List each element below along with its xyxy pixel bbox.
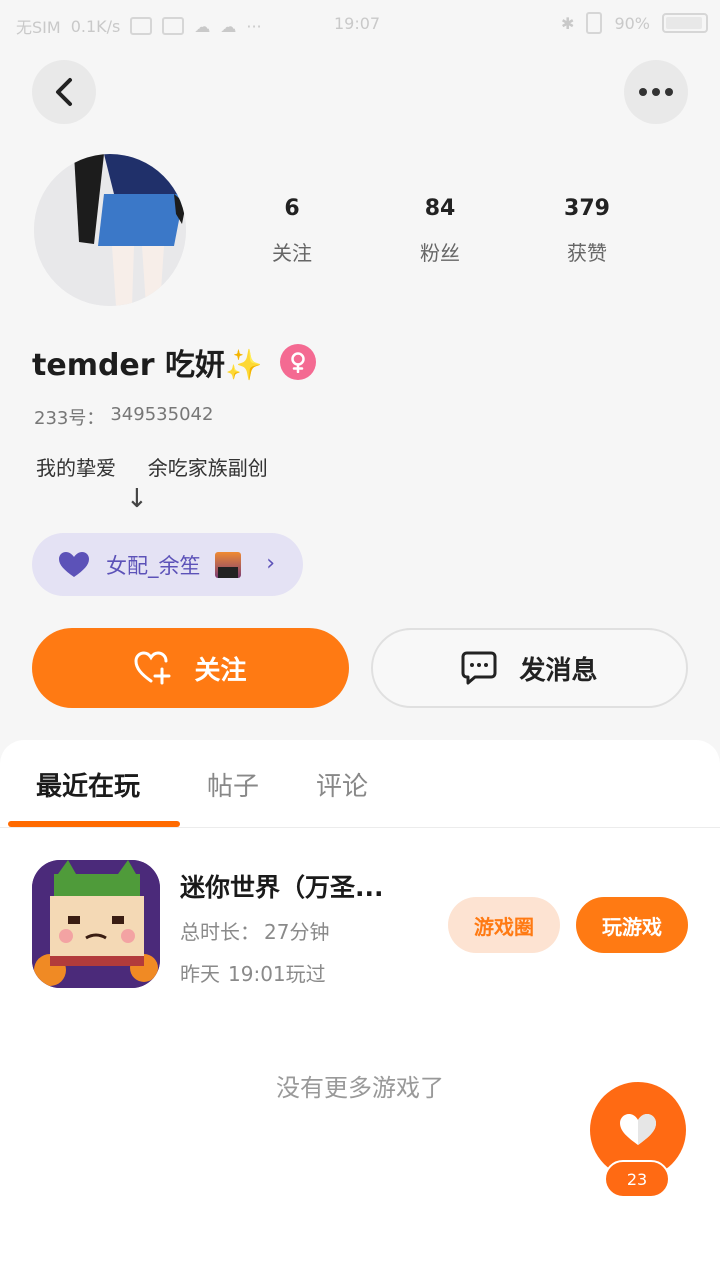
active-tab-indicator xyxy=(8,821,180,827)
stat-following[interactable]: 6 关注 xyxy=(232,196,352,266)
stat-fans[interactable]: 84 粉丝 xyxy=(380,196,500,266)
carrier-text: 无SIM xyxy=(16,18,61,37)
username: temder 吃妍✨ xyxy=(32,348,263,383)
vibrate-icon xyxy=(586,12,603,34)
stat-number: 379 xyxy=(564,196,610,221)
status-bar: 无SIM 0.1K/s ☁ ☁ ··· 19:07 ✱ 90% xyxy=(0,0,720,48)
stat-number: 84 xyxy=(424,196,456,221)
cloud-icon: ☁ xyxy=(220,16,237,36)
game-duration: 总时长： 27分钟 xyxy=(180,916,329,945)
tab-posts[interactable]: 帖子 xyxy=(207,766,259,803)
send-message-button[interactable]: 发消息 xyxy=(371,628,688,708)
clock: 19:07 xyxy=(334,14,381,33)
content-panel: 最近在玩 帖子 评论 迷你世界（万圣... 总时长： 27分钟 昨天 19:01… xyxy=(0,740,720,1280)
relation-label: 女配_余笙 xyxy=(106,553,201,578)
heart-plus-icon xyxy=(134,651,171,685)
chevron-right-icon: › xyxy=(266,551,275,576)
stat-label: 粉丝 xyxy=(420,241,460,265)
more-notifications-icon: ··· xyxy=(246,16,262,36)
stat-likes: 379 获赞 xyxy=(527,196,647,266)
relation-badge[interactable]: 女配_余笙 › xyxy=(32,533,303,596)
uid-value: 349535042 xyxy=(110,404,214,425)
bio-text: 我的挚爱 余吃家族副创 xyxy=(36,456,268,480)
game-title: 迷你世界（万圣... xyxy=(180,873,384,902)
last-played-time: 19:01玩过 xyxy=(228,962,326,986)
bio-arrow: ↓ xyxy=(126,484,148,514)
cloud-icon: ☁ xyxy=(194,16,211,36)
stat-label: 关注 xyxy=(272,241,312,265)
tab-comments[interactable]: 评论 xyxy=(316,766,368,803)
network-speed: 0.1K/s xyxy=(70,16,121,36)
chevron-left-icon xyxy=(56,78,72,106)
chat-bubble-icon xyxy=(461,651,497,685)
play-game-button[interactable]: 玩游戏 xyxy=(576,897,688,953)
stat-label: 获赞 xyxy=(567,241,607,265)
duration-value: 27分钟 xyxy=(264,920,330,944)
heart-icon xyxy=(59,551,89,577)
user-id: 233号： 349535042 xyxy=(34,404,213,430)
game-circle-button[interactable]: 游戏圈 xyxy=(448,897,560,953)
last-played-day: 昨天 xyxy=(180,962,220,986)
more-options-button[interactable] xyxy=(624,60,688,124)
wifi-battery-text: 90% xyxy=(614,13,650,33)
username-row: temder 吃妍✨ xyxy=(32,340,317,384)
send-message-label: 发消息 xyxy=(519,655,598,686)
game-icon xyxy=(32,860,160,988)
last-played: 昨天 19:01玩过 xyxy=(180,958,326,987)
avatar[interactable] xyxy=(34,154,186,306)
photo-icon xyxy=(162,17,185,35)
uid-label: 233号： xyxy=(34,408,105,429)
tab-bar: 最近在玩 帖子 评论 xyxy=(0,740,720,828)
female-gender-icon xyxy=(280,344,317,380)
list-item[interactable]: 迷你世界（万圣... 总时长： 27分钟 昨天 19:01玩过 游戏圈 玩游戏 xyxy=(0,860,720,990)
avatar-image xyxy=(34,154,186,306)
stat-number: 6 xyxy=(284,196,300,221)
bluetooth-icon: ✱ xyxy=(561,13,575,33)
follow-button[interactable]: 关注 xyxy=(32,628,349,708)
battery-icon xyxy=(662,13,708,33)
heart-icon xyxy=(620,1114,656,1145)
sunset-emoji-icon xyxy=(214,551,241,578)
notification-icon xyxy=(130,17,153,35)
like-count-badge: 23 xyxy=(604,1160,670,1198)
follow-label: 关注 xyxy=(194,655,247,686)
tab-recently-played[interactable]: 最近在玩 xyxy=(36,766,140,803)
more-dots-icon xyxy=(639,88,673,96)
duration-label: 总时长： xyxy=(180,920,260,944)
back-button[interactable] xyxy=(32,60,96,124)
